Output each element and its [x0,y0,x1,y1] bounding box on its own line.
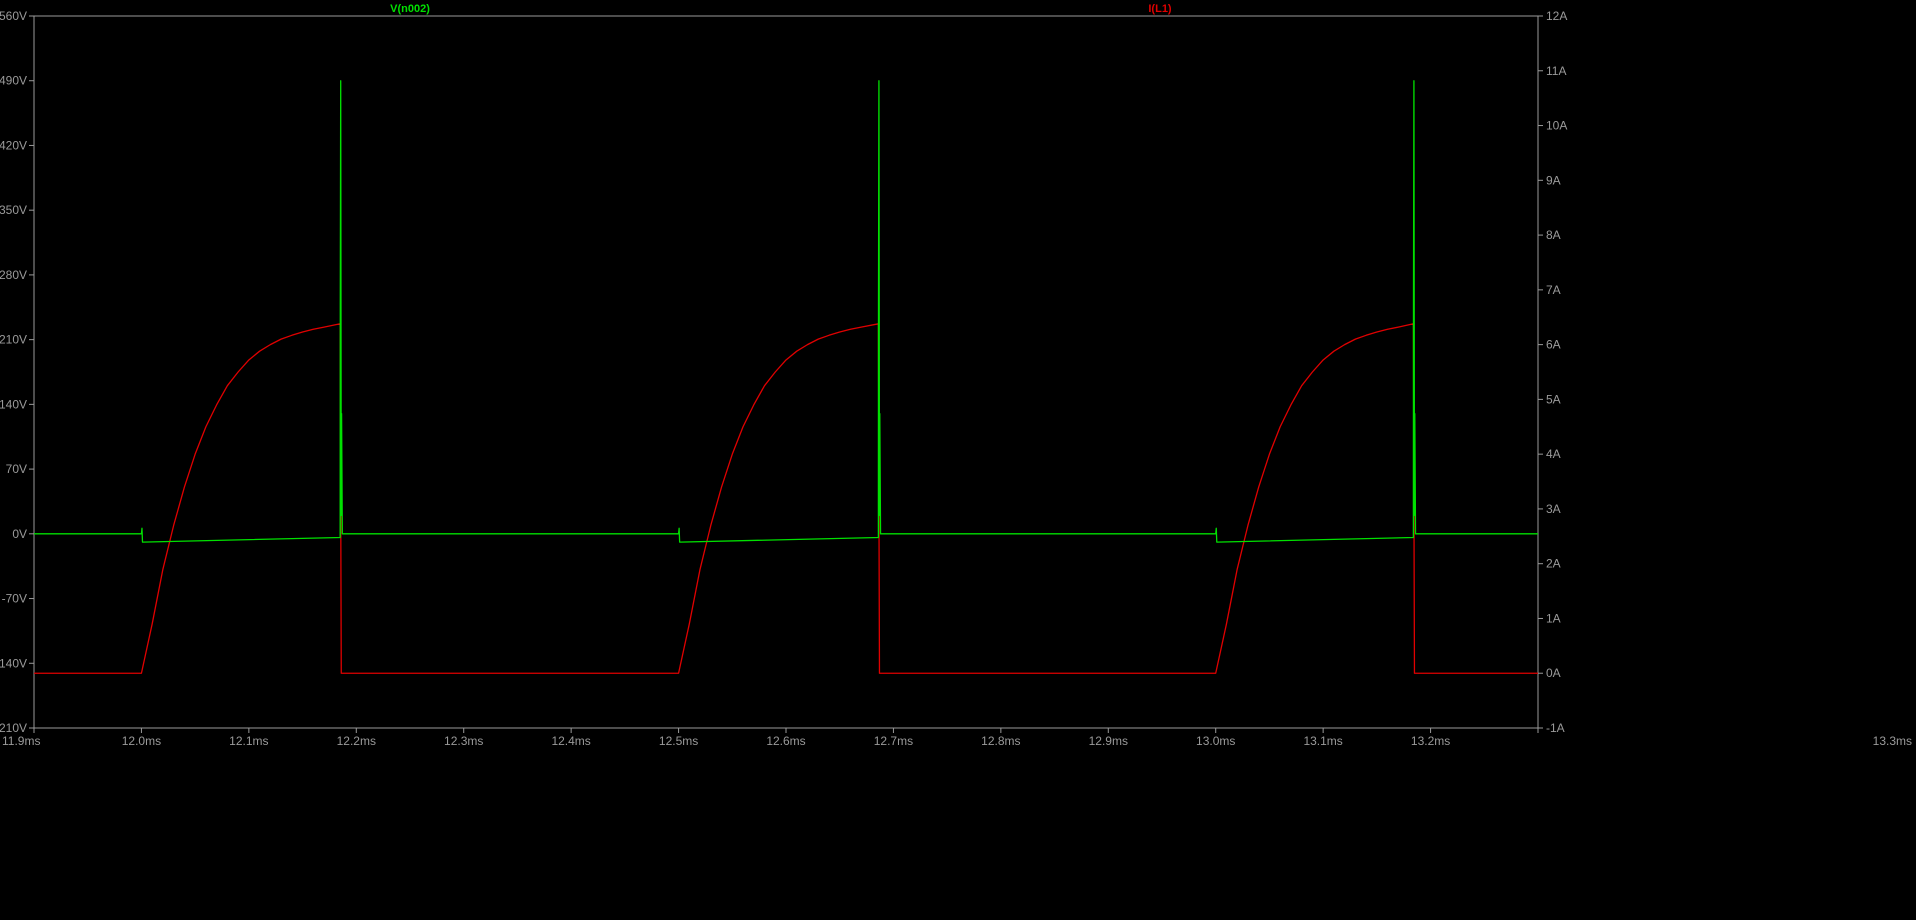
y-right-tick-label: 3A [1546,502,1561,516]
y-left-tick-label: 70V [6,462,27,476]
y-left-tick-label: 210V [0,333,27,347]
x-tick-label: 12.8ms [981,734,1020,748]
y-right-tick-label: 0A [1546,666,1561,680]
y-right-tick-label: 4A [1546,447,1561,461]
y-left-tick-label: -70V [2,592,27,606]
y-left-tick-label: 350V [0,203,27,217]
x-tick-label: 13.3ms [1873,734,1912,748]
x-tick-label: 12.4ms [551,734,590,748]
x-tick-label: 13.1ms [1303,734,1342,748]
series-trace-i-l1- [34,323,1538,674]
legend-layer: V(n002) I(L1) [390,3,1172,15]
x-tick-label: 13.0ms [1196,734,1235,748]
legend-entry-v-n002-[interactable]: V(n002) [390,3,430,15]
x-tick-label: 13.2ms [1411,734,1450,748]
x-tick-label: 12.3ms [444,734,483,748]
y-right-tick-label: 12A [1546,9,1567,23]
y-right-tick-label: 10A [1546,119,1567,133]
waveform-plot[interactable]: 11.9ms 12.0ms 12.1ms 12.2ms 12.3ms 12.4ms 12.5… [0,0,1916,915]
traces-layer [34,80,1538,674]
x-tick-label: 11.9ms [2,734,40,748]
x-tick-label: 12.5ms [659,734,698,748]
y-right-tick-label: 7A [1546,283,1561,297]
x-tick-label: 12.7ms [874,734,913,748]
y-left-tick-label: 560V [0,9,27,23]
y-right-tick-label: 2A [1546,557,1561,571]
y-left-tick-label: -210V [0,721,27,735]
y-left-tick-label: 420V [0,138,27,152]
waveform-chart-svg[interactable]: 11.9ms 12.0ms 12.1ms 12.2ms 12.3ms 12.4ms 12.5… [0,0,1916,915]
y-right-tick-label: 8A [1546,228,1561,242]
y-right-tick-label: -1A [1546,721,1565,735]
y-left-tick-label: 0V [12,527,27,541]
y-right-tick-label: 6A [1546,338,1561,352]
y-right-tick-label: 1A [1546,611,1561,625]
y-right-tick-label: 5A [1546,392,1561,406]
axes-layer: 11.9ms 12.0ms 12.1ms 12.2ms 12.3ms 12.4ms 12.5… [0,9,1912,748]
x-tick-label: 12.9ms [1089,734,1128,748]
x-tick-label: 12.2ms [337,734,376,748]
x-tick-label: 12.6ms [766,734,805,748]
y-left-tick-label: 280V [0,268,27,282]
legend-entry-i-l1-[interactable]: I(L1) [1148,3,1172,15]
y-left-tick-label: 140V [0,397,27,411]
y-right-tick-label: 11A [1546,64,1566,78]
x-tick-label: 12.1ms [229,734,268,748]
y-left-tick-label: 490V [0,74,27,88]
y-left-tick-label: -140V [0,656,27,670]
y-right-tick-label: 9A [1546,173,1561,187]
x-tick-label: 12.0ms [122,734,161,748]
series-trace-v-n002- [34,80,1538,543]
